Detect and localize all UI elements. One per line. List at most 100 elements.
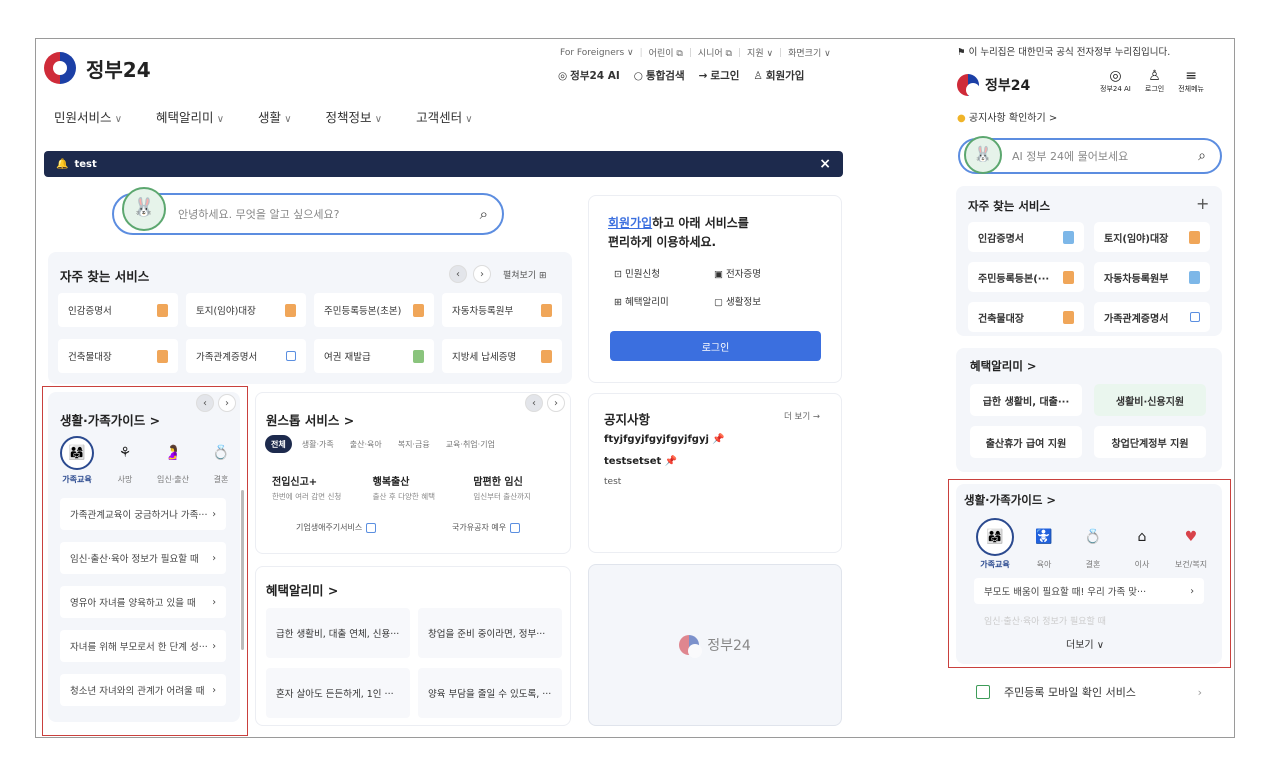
pin-icon: 📌 bbox=[664, 456, 678, 467]
tab-birth-childcare[interactable]: 출산·육아 bbox=[344, 435, 388, 453]
expand-all-link[interactable]: 펼쳐보기 ⊞ bbox=[503, 268, 547, 281]
nav-civil-service[interactable]: 민원서비스 bbox=[54, 107, 122, 126]
service-land-register[interactable]: 토지(임야)대장 bbox=[1094, 222, 1210, 252]
benefit-item[interactable]: 혼자 살아도 든든하게, 1인 ··· bbox=[266, 668, 410, 718]
document-icon bbox=[1063, 230, 1074, 244]
login-button[interactable]: 로그인 bbox=[610, 331, 821, 361]
frequent-services-grid: 인감증명서 토지(임야)대장 주민등록등본(초본) 자동차등록원부 건축물대장 … bbox=[58, 293, 562, 373]
pin-icon: 📌 bbox=[712, 434, 725, 445]
tab-education-job[interactable]: 교육·취업·기업 bbox=[440, 435, 501, 453]
search-placeholder: 안녕하세요. 무엇을 알고 싶으세요? bbox=[178, 208, 340, 221]
megaphone-icon: ● bbox=[957, 113, 966, 124]
next-arrow-icon[interactable]: › bbox=[473, 265, 491, 283]
document-icon bbox=[157, 303, 168, 317]
benefit-item[interactable]: 창업단계정부 지원 bbox=[1094, 426, 1206, 458]
notice-link[interactable]: ● 공지사항 확인하기 > bbox=[957, 109, 1057, 124]
next-arrow-icon[interactable]: › bbox=[547, 394, 565, 412]
onestop-carousel-controls: ‹ › bbox=[525, 394, 565, 412]
document-icon bbox=[285, 303, 296, 317]
menu-button[interactable]: ≡ 전체메뉴 bbox=[1178, 68, 1204, 94]
search-button[interactable]: ○ 통합검색 bbox=[634, 68, 685, 83]
benefit-item[interactable]: 양육 부담을 줄일 수 있도록, ··· bbox=[418, 668, 562, 718]
kids-link[interactable]: 어린이 ⧉ bbox=[649, 46, 683, 59]
service-passport-reissue[interactable]: 여권 재발급 bbox=[314, 339, 434, 373]
nav-customer-center[interactable]: 고객센터 bbox=[416, 107, 473, 126]
promo-banner[interactable]: 정부24 bbox=[588, 564, 842, 726]
document-icon bbox=[541, 349, 552, 363]
mobile-header-icons: ◎ 정부24 AI ♙ 로그인 ≡ 전체메뉴 bbox=[1100, 68, 1204, 94]
banner-close-button[interactable]: × bbox=[819, 156, 831, 172]
onestop-pregnancy[interactable]: 맘편한 임신 임신부터 출산까지 bbox=[465, 473, 562, 502]
tab-all[interactable]: 전체 bbox=[265, 435, 292, 453]
mobile-logo[interactable]: 정부24 bbox=[957, 74, 1030, 97]
login-features: ⊡ 민원신청 ▣ 전자증명 ⊞ 혜택알리미 ▢ 생활정보 bbox=[614, 266, 814, 308]
business-lifecycle-link[interactable]: 기업생애주기서비스 bbox=[296, 522, 377, 533]
nav-life[interactable]: 생활 bbox=[258, 107, 292, 126]
benefit-grid: 급한 생활비, 대출 연체, 신용··· 창업을 준비 중이라면, 정부··· … bbox=[266, 608, 562, 718]
service-vehicle-register[interactable]: 자동차등록원부 bbox=[1094, 262, 1210, 292]
nav-policy[interactable]: 정책정보 bbox=[326, 107, 383, 126]
nav-benefit[interactable]: 혜택알리미 bbox=[156, 107, 224, 126]
banner-text: test bbox=[74, 158, 97, 170]
service-vehicle-register[interactable]: 자동차등록원부 bbox=[442, 293, 562, 327]
onestop-happy-birth[interactable]: 행복출산 출산 후 다양한 혜택 bbox=[369, 473, 466, 502]
join-link[interactable]: ♙ 회원가입 bbox=[753, 68, 804, 83]
search-icon[interactable]: ⌕ bbox=[1198, 148, 1206, 164]
service-family-certificate[interactable]: 가족관계증명서 bbox=[1094, 302, 1210, 332]
onestop-title[interactable]: 원스톱 서비스 > bbox=[266, 410, 354, 429]
service-seal-certificate[interactable]: 인감증명서 bbox=[58, 293, 178, 327]
benefit-item[interactable]: 급한 생활비, 대출··· bbox=[970, 384, 1082, 416]
notice-more-link[interactable]: 더 보기 → bbox=[784, 410, 820, 422]
chevron-right-icon: › bbox=[1197, 685, 1202, 699]
benefit-item[interactable]: 창업을 준비 중이라면, 정부··· bbox=[418, 608, 562, 658]
notice-item[interactable]: ftyjfgyjfgyjfgyjfgyj 📌 bbox=[604, 434, 725, 445]
service-resident-registration[interactable]: 주민등록등본(··· bbox=[968, 262, 1084, 292]
benefit-item[interactable]: 출산휴가 급여 지원 bbox=[970, 426, 1082, 458]
notice-item[interactable]: testsetset 📌 bbox=[604, 456, 677, 467]
service-seal-certificate[interactable]: 인감증명서 bbox=[968, 222, 1084, 252]
senior-link[interactable]: 시니어 ⧉ bbox=[698, 46, 732, 59]
service-building-register[interactable]: 건축물대장 bbox=[58, 339, 178, 373]
mobile-benefit-title[interactable]: 혜택알리미 > bbox=[970, 358, 1037, 374]
benefit-item[interactable]: 생활비·신용지원 bbox=[1094, 384, 1206, 416]
desktop-logo[interactable]: 정부24 bbox=[44, 52, 151, 84]
prev-arrow-icon[interactable]: ‹ bbox=[449, 265, 467, 283]
mobile-benefit-grid: 급한 생활비, 대출··· 생활비·신용지원 출산휴가 급여 지원 창업단계정부… bbox=[970, 384, 1206, 458]
document-icon bbox=[1189, 230, 1200, 244]
service-land-register[interactable]: 토지(임야)대장 bbox=[186, 293, 306, 327]
add-service-button[interactable]: + bbox=[1196, 194, 1209, 213]
veteran-link[interactable]: 국가유공자 예우 bbox=[452, 522, 521, 533]
external-link-icon bbox=[366, 522, 377, 533]
menu-icon: ≡ bbox=[1185, 68, 1197, 84]
mobile-ai-search[interactable]: 🐰 AI 정부 24에 물어보세요 ⌕ bbox=[958, 136, 1222, 174]
gov-official-notice: ⚑ 이 누리집은 대한민국 공식 전자정부 누리집입니다. bbox=[957, 47, 1171, 58]
pen-icon bbox=[413, 349, 424, 363]
ai-button[interactable]: ◎ 정부24 AI bbox=[1100, 68, 1131, 94]
benefit-item[interactable]: 급한 생활비, 대출 연체, 신용··· bbox=[266, 608, 410, 658]
mobile-id-service[interactable]: 주민등록 모바일 확인 서비스 › bbox=[956, 674, 1222, 710]
notice-item[interactable]: test bbox=[604, 477, 621, 487]
frequent-carousel-controls: ‹ › 펼쳐보기 ⊞ bbox=[449, 265, 547, 283]
main-search-bar[interactable]: 🐰 안녕하세요. 무엇을 알고 싶으세요? ⌕ bbox=[112, 187, 504, 235]
screen-size-link[interactable]: 화면크기 ∨ bbox=[788, 46, 831, 59]
benefit-title[interactable]: 혜택알리미 > bbox=[266, 580, 338, 599]
service-resident-registration[interactable]: 주민등록등본(초본) bbox=[314, 293, 434, 327]
for-foreigners-link[interactable]: For Foreigners ∨ bbox=[560, 48, 634, 58]
service-building-register[interactable]: 건축물대장 bbox=[968, 302, 1084, 332]
prev-arrow-icon[interactable]: ‹ bbox=[525, 394, 543, 412]
onestop-items: 전입신고+ 한번에 여러 감면 신청 행복출산 출산 후 다양한 혜택 맘편한 임신… bbox=[272, 473, 562, 502]
service-local-tax-certificate[interactable]: 지방세 납세증명 bbox=[442, 339, 562, 373]
tab-life-family[interactable]: 생활·가족 bbox=[296, 435, 340, 453]
service-family-certificate[interactable]: 가족관계증명서 bbox=[186, 339, 306, 373]
search-icon[interactable]: ⌕ bbox=[480, 205, 488, 223]
onestop-move-in[interactable]: 전입신고+ 한번에 여러 감면 신청 bbox=[272, 473, 369, 502]
login-button[interactable]: ♙ 로그인 bbox=[1145, 68, 1164, 94]
join-link[interactable]: 회원가입 bbox=[608, 216, 652, 230]
tab-welfare-finance[interactable]: 복지·금융 bbox=[392, 435, 436, 453]
login-link[interactable]: → 로그인 bbox=[699, 68, 740, 83]
ai-button[interactable]: ◎ 정부24 AI bbox=[558, 68, 620, 83]
gov-logo-icon bbox=[44, 52, 76, 84]
mobile-frequent-grid: 인감증명서 토지(임야)대장 주민등록등본(··· 자동차등록원부 건축물대장 … bbox=[968, 222, 1210, 332]
feature-e-certificate: ▣ 전자증명 bbox=[714, 269, 761, 280]
support-link[interactable]: 지원 ∨ bbox=[747, 46, 773, 59]
